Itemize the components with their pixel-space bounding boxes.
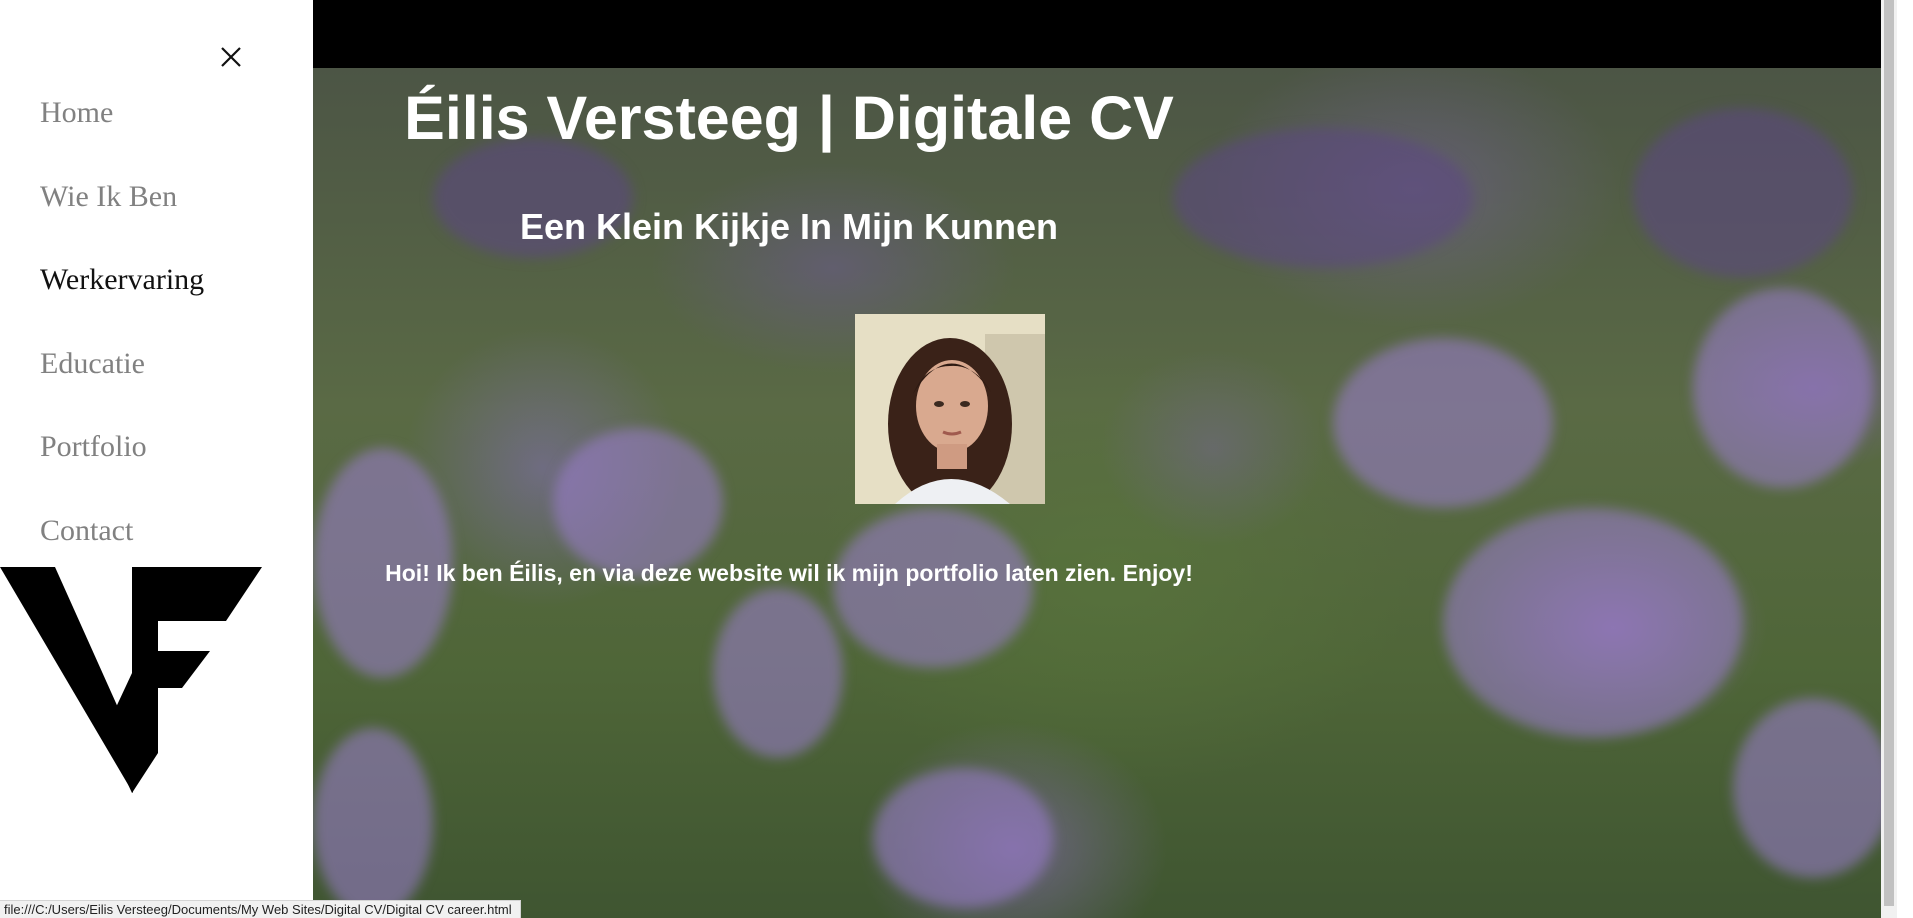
intro-text: Hoi! Ik ben Éilis, en via deze website w… xyxy=(385,560,1193,586)
close-icon xyxy=(221,47,241,67)
profile-photo xyxy=(855,314,1045,504)
browser-status-bar: file:///C:/Users/Eilis Versteeg/Document… xyxy=(0,900,521,918)
hero-background xyxy=(313,68,1897,918)
scrollbar-thumb[interactable] xyxy=(1884,0,1894,906)
sidebar-nav: Home Wie Ik Ben Werkervaring Educatie Po… xyxy=(40,95,204,596)
main-content: Éilis Versteeg | Digitale CV Een Klein K… xyxy=(313,0,1897,918)
portrait-image xyxy=(855,314,1045,504)
vertical-scrollbar[interactable] xyxy=(1881,0,1897,918)
nav-item-educatie[interactable]: Educatie xyxy=(40,346,145,382)
nav-item-home[interactable]: Home xyxy=(40,95,113,131)
nav-item-contact[interactable]: Contact xyxy=(40,513,133,549)
nav-item-portfolio[interactable]: Portfolio xyxy=(40,429,147,465)
page-subtitle: Een Klein Kijkje In Mijn Kunnen xyxy=(519,206,1059,247)
vf-logo xyxy=(0,567,262,793)
nav-item-wie-ik-ben[interactable]: Wie Ik Ben xyxy=(40,179,177,215)
sidebar: Home Wie Ik Ben Werkervaring Educatie Po… xyxy=(0,0,313,918)
page-title: Éilis Versteeg | Digitale CV xyxy=(404,84,1174,152)
close-sidebar-button[interactable] xyxy=(216,42,246,72)
nav-item-werkervaring[interactable]: Werkervaring xyxy=(40,262,204,298)
